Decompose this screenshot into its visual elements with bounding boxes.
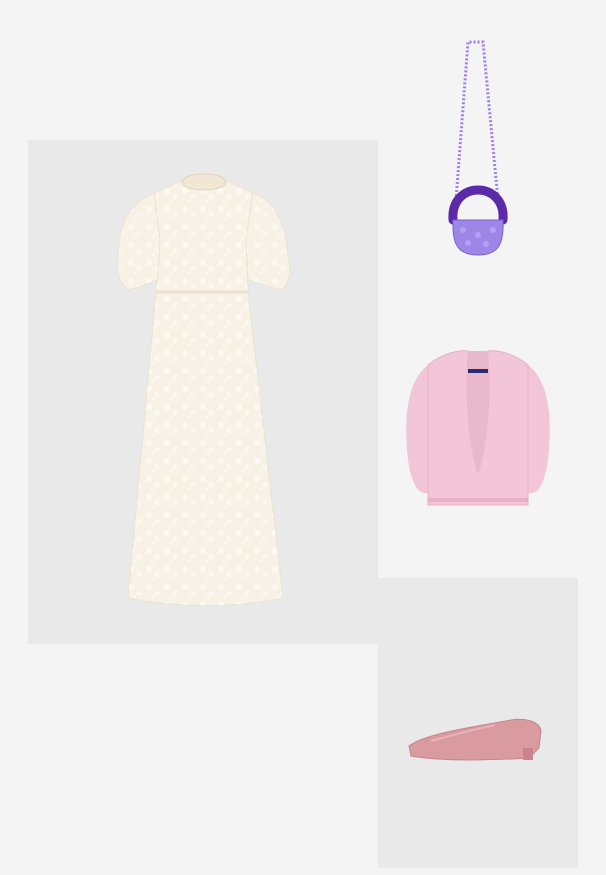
beaded-bag-image[interactable] (438, 30, 518, 265)
outfit-board: { "board": { "background": "#f4f4f4", "p… (0, 0, 606, 875)
flat-shoe-image[interactable] (405, 710, 545, 766)
dress-image[interactable] (108, 168, 308, 618)
cardigan-image[interactable] (398, 345, 558, 515)
